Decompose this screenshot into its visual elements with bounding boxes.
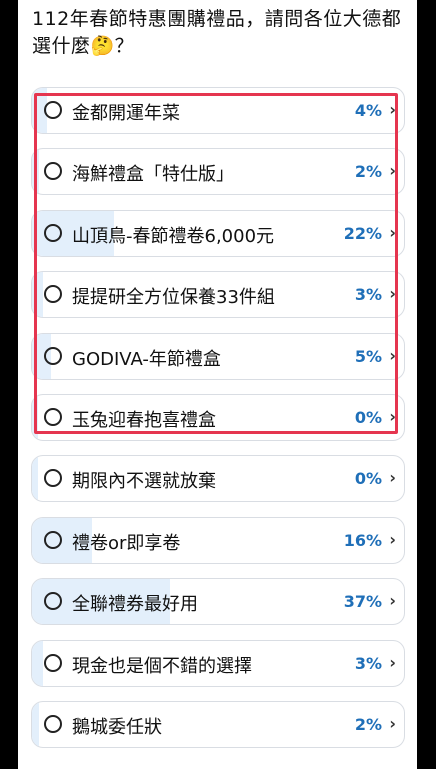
vote-fill-bar bbox=[32, 641, 44, 686]
option-percent: 37% bbox=[343, 592, 382, 611]
radio-button[interactable] bbox=[44, 592, 62, 610]
option-percent: 2% bbox=[354, 715, 382, 734]
poll-option[interactable]: 提提研全方位保養33件組 3% › bbox=[31, 271, 405, 318]
poll-option[interactable]: 海鮮禮盒「特仕版」 2% › bbox=[31, 148, 405, 195]
radio-button[interactable] bbox=[44, 469, 62, 487]
vote-fill-bar bbox=[32, 456, 38, 501]
chevron-right-icon[interactable]: › bbox=[389, 223, 396, 242]
chevron-right-icon[interactable]: › bbox=[389, 468, 396, 487]
option-percent: 3% bbox=[354, 654, 382, 673]
poll-option[interactable]: 禮卷or即享卷 16% › bbox=[31, 517, 405, 564]
poll-option[interactable]: GODIVA-年節禮盒 5% › bbox=[31, 333, 405, 380]
chevron-right-icon[interactable]: › bbox=[389, 530, 396, 549]
option-label: 海鮮禮盒「特仕版」 bbox=[72, 164, 234, 185]
option-label: 提提研全方位保養33件組 bbox=[72, 287, 275, 308]
poll-option[interactable]: 期限內不選就放棄 0% › bbox=[31, 455, 405, 502]
option-percent: 2% bbox=[354, 162, 382, 181]
radio-button[interactable] bbox=[44, 285, 62, 303]
vote-fill-bar bbox=[32, 272, 44, 317]
option-label: 全聯禮券最好用 bbox=[72, 594, 198, 615]
radio-button[interactable] bbox=[44, 101, 62, 119]
option-percent: 4% bbox=[354, 101, 382, 120]
poll-option[interactable]: 鵝城委任狀 2% › bbox=[31, 701, 405, 748]
option-percent: 22% bbox=[343, 224, 382, 243]
poll-option[interactable]: 金都開運年菜 4% › bbox=[31, 87, 405, 134]
option-label: 山頂鳥-春節禮卷6,000元 bbox=[72, 226, 275, 247]
radio-button[interactable] bbox=[44, 531, 62, 549]
option-label: 金都開運年菜 bbox=[72, 103, 180, 124]
option-label: 期限內不選就放棄 bbox=[72, 471, 216, 492]
chevron-right-icon[interactable]: › bbox=[389, 346, 396, 365]
option-percent: 16% bbox=[343, 531, 382, 550]
option-label: 鵝城委任狀 bbox=[72, 717, 162, 738]
chevron-right-icon[interactable]: › bbox=[389, 591, 396, 610]
option-label: 玉兔迎春抱喜禮盒 bbox=[72, 410, 216, 431]
radio-button[interactable] bbox=[44, 224, 62, 242]
option-label: GODIVA-年節禮盒 bbox=[72, 349, 221, 370]
radio-button[interactable] bbox=[44, 408, 62, 426]
vote-fill-bar bbox=[32, 395, 38, 440]
option-percent: 5% bbox=[354, 347, 382, 366]
chevron-right-icon[interactable]: › bbox=[389, 714, 396, 733]
radio-button[interactable] bbox=[44, 347, 62, 365]
vote-fill-bar bbox=[32, 702, 40, 747]
vote-fill-bar bbox=[32, 149, 40, 194]
poll-option[interactable]: 玉兔迎春抱喜禮盒 0% › bbox=[31, 394, 405, 441]
poll-panel: 112年春節特惠團購禮品，請問各位大德都選什麼🤔？ 金都開運年菜 4% › 海鮮禮盒「… bbox=[18, 0, 417, 769]
option-percent: 0% bbox=[354, 469, 382, 488]
radio-button[interactable] bbox=[44, 162, 62, 180]
chevron-right-icon[interactable]: › bbox=[389, 284, 396, 303]
chevron-right-icon[interactable]: › bbox=[389, 407, 396, 426]
poll-option[interactable]: 全聯禮券最好用 37% › bbox=[31, 578, 405, 625]
poll-option[interactable]: 山頂鳥-春節禮卷6,000元 22% › bbox=[31, 210, 405, 257]
option-label: 禮卷or即享卷 bbox=[72, 533, 181, 554]
poll-option[interactable]: 現金也是個不錯的選擇 3% › bbox=[31, 640, 405, 687]
radio-button[interactable] bbox=[44, 715, 62, 733]
poll-question: 112年春節特惠團購禮品，請問各位大德都選什麼🤔？ bbox=[32, 8, 402, 57]
radio-button[interactable] bbox=[44, 654, 62, 672]
option-label: 現金也是個不錯的選擇 bbox=[72, 656, 252, 677]
chevron-right-icon[interactable]: › bbox=[389, 161, 396, 180]
option-percent: 3% bbox=[354, 285, 382, 304]
chevron-right-icon[interactable]: › bbox=[389, 100, 396, 119]
chevron-right-icon[interactable]: › bbox=[389, 653, 396, 672]
option-percent: 0% bbox=[354, 408, 382, 427]
